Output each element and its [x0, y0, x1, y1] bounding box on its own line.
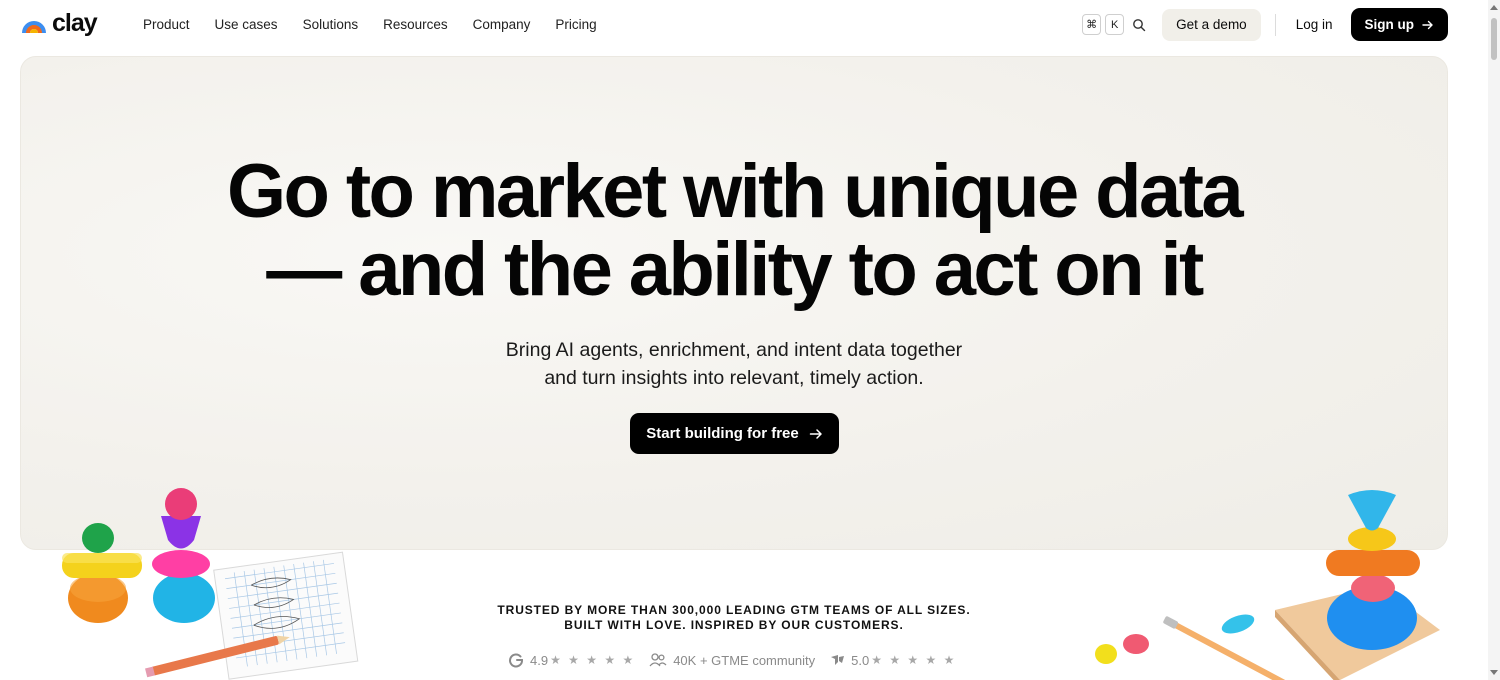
hero-headline: Go to market with unique data — and the …	[21, 153, 1447, 309]
nav-actions: ⌘ K Get a demo Log in Sign up	[1082, 8, 1448, 41]
hero-section: Go to market with unique data — and the …	[20, 56, 1448, 550]
scrollbar-thumb[interactable]	[1491, 18, 1497, 60]
get-a-demo-button[interactable]: Get a demo	[1162, 8, 1261, 41]
start-building-label: Start building for free	[646, 425, 799, 442]
scroll-up-arrow-icon[interactable]	[1490, 5, 1498, 10]
subheadline-line-1: Bring AI agents, enrichment, and intent …	[505, 339, 963, 361]
g2-rating[interactable]: 4.9 ★ ★ ★ ★ ★	[508, 652, 635, 668]
hero-subheadline: Bring AI agents, enrichment, and intent …	[21, 336, 1447, 392]
capterra-icon	[831, 655, 845, 665]
g2-icon	[509, 653, 523, 668]
capterra-score: 5.0	[851, 652, 870, 668]
clay-stack-illustration-left	[62, 488, 359, 680]
nav-resources[interactable]: Resources	[383, 16, 448, 34]
log-in-link[interactable]: Log in	[1296, 17, 1333, 32]
trust-line-1: TRUSTED BY MORE THAN 300,000 LEADING GTM…	[497, 603, 971, 617]
arrow-right-icon	[809, 428, 822, 439]
k-key[interactable]: K	[1105, 14, 1125, 35]
community-badge[interactable]: 40K + GTME community	[649, 652, 815, 668]
headline-line-1: Go to market with unique data	[226, 149, 1244, 234]
scroll-down-arrow-icon[interactable]	[1490, 670, 1498, 675]
command-key[interactable]: ⌘	[1082, 14, 1102, 35]
search-icon[interactable]	[1132, 18, 1146, 32]
arrow-right-icon	[1422, 20, 1433, 29]
nav-pricing[interactable]: Pricing	[555, 16, 596, 34]
subheadline-line-2: and turn insights into relevant, timely …	[544, 367, 924, 389]
nav-product[interactable]: Product	[143, 16, 190, 34]
community-text: 40K + GTME community	[673, 652, 816, 668]
start-building-button[interactable]: Start building for free	[630, 413, 839, 454]
clay-stack-illustration-right	[1095, 490, 1440, 680]
page-scrollbar[interactable]	[1488, 0, 1500, 680]
clay-logo[interactable]: clay	[20, 9, 98, 37]
g2-score: 4.9	[530, 652, 549, 668]
top-nav: clay Product Use cases Solutions Resourc…	[0, 0, 1488, 50]
trust-statement: TRUSTED BY MORE THAN 300,000 LEADING GTM…	[0, 603, 1468, 633]
headline-line-2: — and the ability to act on it	[266, 227, 1204, 312]
nav-use-cases[interactable]: Use cases	[215, 16, 278, 34]
community-icon	[649, 653, 667, 667]
nav-solutions[interactable]: Solutions	[303, 16, 359, 34]
brand-name: clay	[52, 9, 98, 37]
get-a-demo-label: Get a demo	[1176, 17, 1247, 32]
nav-divider	[1274, 13, 1276, 36]
sign-up-label: Sign up	[1364, 17, 1415, 32]
main-menu: Product Use cases Solutions Resources Co…	[143, 16, 622, 34]
capterra-rating[interactable]: 5.0 ★ ★ ★ ★ ★	[829, 652, 956, 668]
ratings-row: 4.9 ★ ★ ★ ★ ★ 40K + GTME community 5.0 ★…	[508, 652, 970, 668]
rainbow-logo-icon	[22, 21, 46, 33]
nav-company[interactable]: Company	[473, 16, 531, 34]
sign-up-button[interactable]: Sign up	[1350, 8, 1448, 41]
trust-line-2: BUILT WITH LOVE. INSPIRED BY OUR CUSTOME…	[564, 618, 904, 632]
g2-stars: ★ ★ ★ ★ ★	[550, 653, 636, 667]
capterra-stars: ★ ★ ★ ★ ★	[871, 653, 957, 667]
